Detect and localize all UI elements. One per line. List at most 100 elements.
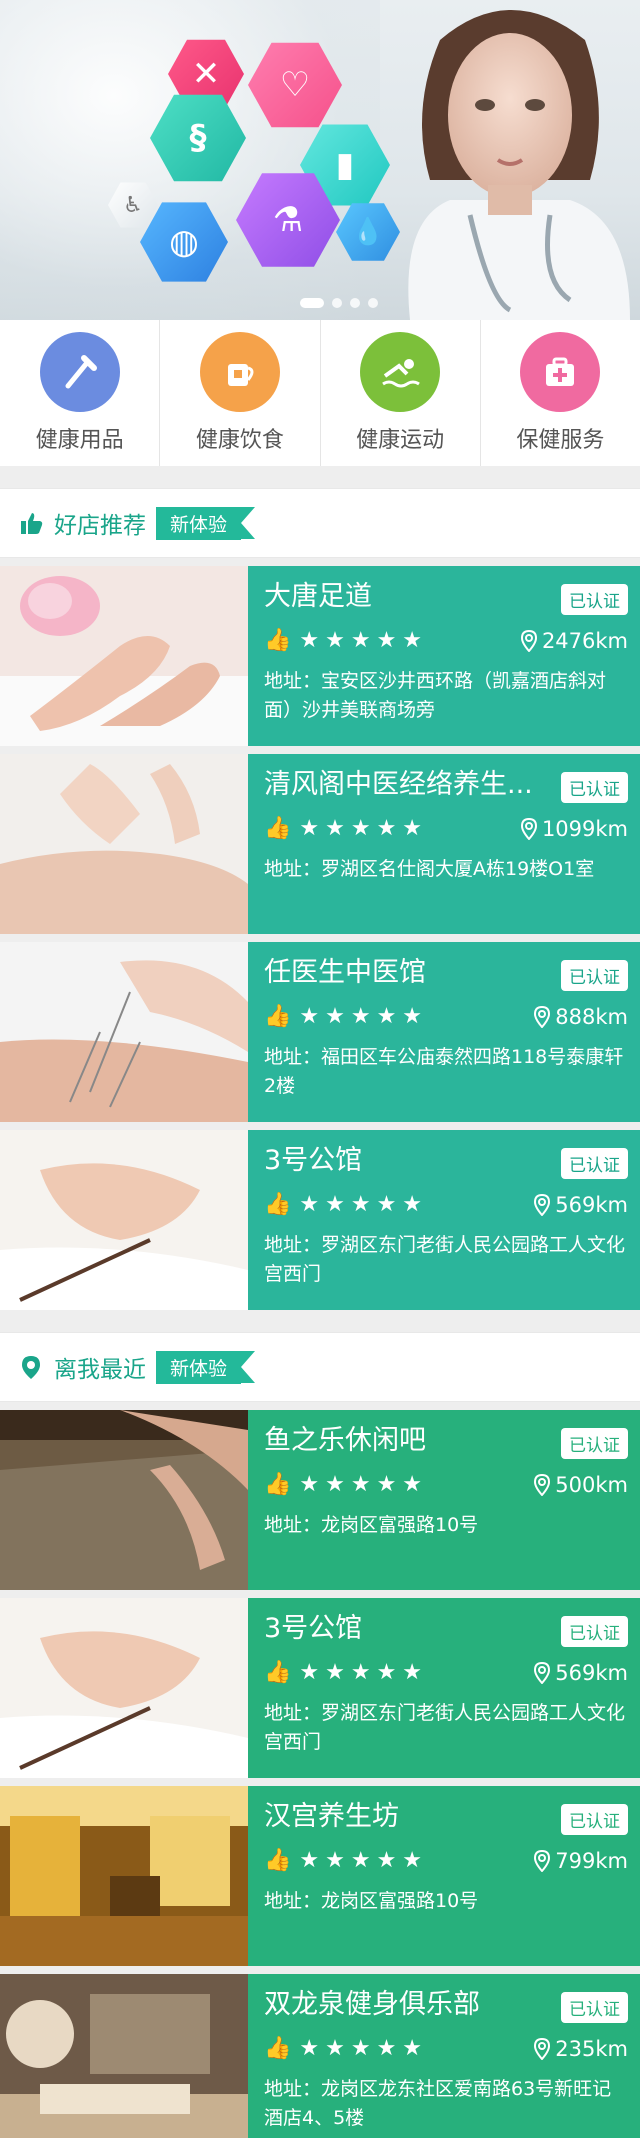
distance: 888km xyxy=(533,1005,628,1029)
rating-row: 👍 ★★★★★ 1099km xyxy=(264,816,628,841)
shop-info: 3号公馆 已认证 👍 ★★★★★ 569km 地址：罗湖区东门老街人民公园路工人… xyxy=(248,1130,640,1310)
shop-photo xyxy=(0,1410,248,1590)
shop-name: 任医生中医馆 xyxy=(264,957,426,988)
shop-card[interactable]: 3号公馆 已认证 👍 ★★★★★ 569km 地址：罗湖区东门老街人民公园路工人… xyxy=(0,1598,640,1778)
rating-row: 👍 ★★★★★ 2476km xyxy=(264,628,628,653)
location-pin-icon xyxy=(534,1661,551,1684)
shop-info: 3号公馆 已认证 👍 ★★★★★ 569km 地址：罗湖区东门老街人民公园路工人… xyxy=(248,1598,640,1778)
shop-address: 地址：龙岗区龙东社区爱南路63号新旺记酒店4、5楼 xyxy=(264,2078,612,2129)
category-health-products[interactable]: 健康用品 xyxy=(0,320,161,466)
shop-address: 地址：罗湖区东门老街人民公园路工人文化宫西门 xyxy=(264,1234,626,1285)
nearby-list: 鱼之乐休闲吧 已认证 👍 ★★★★★ 500km 地址：龙岗区富强路10号 3号… xyxy=(0,1410,640,2138)
rating-row: 👍 ★★★★★ 799km xyxy=(264,1848,628,1873)
shop-card[interactable]: 大唐足道 已认证 👍 ★★★★★ 2476km 地址：宝安区沙井西环路（凯嘉酒店… xyxy=(0,566,640,746)
distance: 2476km xyxy=(520,629,628,653)
verified-badge: 已认证 xyxy=(561,1428,628,1459)
shop-name: 3号公馆 xyxy=(264,1613,363,1644)
carousel-dot[interactable] xyxy=(332,298,342,308)
distance-value: 569km xyxy=(555,1660,628,1685)
distance-value: 235km xyxy=(555,2036,628,2061)
category-health-sports[interactable]: 健康运动 xyxy=(321,320,481,466)
shop-photo xyxy=(0,1598,248,1778)
star-rating: ★★★★★ xyxy=(299,1192,429,1217)
star-rating: ★★★★★ xyxy=(299,628,429,653)
category-health-diet[interactable]: 健康饮食 xyxy=(160,320,321,466)
verified-badge: 已认证 xyxy=(561,960,628,991)
shop-card[interactable]: 清风阁中医经络养生... 已认证 👍 ★★★★★ 1099km 地址：罗湖区名仕… xyxy=(0,754,640,934)
medkit-icon xyxy=(520,332,601,412)
shop-info: 汉宫养生坊 已认证 👍 ★★★★★ 799km 地址：龙岗区富强路10号 xyxy=(248,1786,640,1966)
shop-card[interactable]: 鱼之乐休闲吧 已认证 👍 ★★★★★ 500km 地址：龙岗区富强路10号 xyxy=(0,1410,640,1590)
shop-address: 地址：罗湖区名仕阁大厦A栋19楼O1室 xyxy=(264,858,595,880)
shop-address: 地址：宝安区沙井西环路（凯嘉酒店斜对面）沙井美联商场旁 xyxy=(264,670,607,721)
section-title: 离我最近 xyxy=(54,1357,146,1383)
carousel-dot[interactable] xyxy=(350,298,360,308)
shop-card[interactable]: 汉宫养生坊 已认证 👍 ★★★★★ 799km 地址：龙岗区富强路10号 xyxy=(0,1786,640,1966)
thumbs-up-outline-icon: 👍 xyxy=(264,2036,292,2061)
thumbs-up-outline-icon: 👍 xyxy=(264,1192,292,1217)
thumbs-up-outline-icon: 👍 xyxy=(264,1472,292,1497)
distance-value: 2476km xyxy=(541,628,628,653)
thumbs-up-outline-icon: 👍 xyxy=(264,816,292,841)
distance: 1099km xyxy=(520,817,628,841)
shop-info: 任医生中医馆 已认证 👍 ★★★★★ 888km 地址：福田区车公庙泰然四路11… xyxy=(248,942,640,1122)
location-pin-icon xyxy=(534,1005,551,1028)
category-label: 健康用品 xyxy=(35,428,124,453)
distance-value: 888km xyxy=(555,1004,628,1029)
distance: 569km xyxy=(533,1193,628,1217)
distance: 799km xyxy=(533,1849,628,1873)
section-header: 离我最近 新体验 xyxy=(0,1332,640,1402)
hero-banner[interactable]: ✕ ♡ § ▮ ♿ ◍ ⚗ 💧 xyxy=(0,0,640,320)
location-pin-icon xyxy=(534,1849,551,1872)
shop-address: 地址：福田区车公庙泰然四路118号泰康轩2楼 xyxy=(264,1046,624,1097)
star-rating: ★★★★★ xyxy=(299,1848,429,1873)
rating-row: 👍 ★★★★★ 569km xyxy=(264,1660,628,1685)
star-rating: ★★★★★ xyxy=(299,1472,429,1497)
shop-card[interactable]: 任医生中医馆 已认证 👍 ★★★★★ 888km 地址：福田区车公庙泰然四路11… xyxy=(0,942,640,1122)
verified-badge: 已认证 xyxy=(561,584,628,615)
distance-value: 569km xyxy=(555,1192,628,1217)
shop-photo xyxy=(0,1130,248,1310)
shop-name: 双龙泉健身俱乐部 xyxy=(264,1989,480,2020)
verified-badge: 已认证 xyxy=(561,1992,628,2023)
carousel-dot[interactable] xyxy=(368,298,378,308)
rating-row: 👍 ★★★★★ 500km xyxy=(264,1472,628,1497)
swimmer-icon xyxy=(360,332,441,412)
category-health-services[interactable]: 保健服务 xyxy=(481,320,640,466)
verified-badge: 已认证 xyxy=(561,772,628,803)
distance-value: 1099km xyxy=(541,816,628,841)
recommended-section: 好店推荐 新体验 xyxy=(0,488,640,558)
shop-card[interactable]: 双龙泉健身俱乐部 已认证 👍 ★★★★★ 235km 地址：龙岗区龙东社区爱南路… xyxy=(0,1974,640,2138)
verified-badge: 已认证 xyxy=(561,1148,628,1179)
star-rating: ★★★★★ xyxy=(299,2036,429,2061)
shop-name: 汉宫养生坊 xyxy=(264,1801,399,1832)
verified-badge: 已认证 xyxy=(561,1804,628,1835)
shop-photo xyxy=(0,566,248,746)
shop-info: 双龙泉健身俱乐部 已认证 👍 ★★★★★ 235km 地址：龙岗区龙东社区爱南路… xyxy=(248,1974,640,2138)
location-pin-icon xyxy=(520,629,537,652)
location-pin-icon xyxy=(520,817,537,840)
carousel-indicator[interactable] xyxy=(300,298,378,308)
carousel-dot[interactable] xyxy=(300,298,324,308)
shop-info: 清风阁中医经络养生... 已认证 👍 ★★★★★ 1099km 地址：罗湖区名仕… xyxy=(248,754,640,934)
toothbrush-icon xyxy=(39,332,120,412)
star-rating: ★★★★★ xyxy=(299,1004,429,1029)
location-pin-icon xyxy=(534,1473,551,1496)
shop-card[interactable]: 3号公馆 已认证 👍 ★★★★★ 569km 地址：罗湖区东门老街人民公园路工人… xyxy=(0,1130,640,1310)
rating-row: 👍 ★★★★★ 569km xyxy=(264,1192,628,1217)
section-title: 好店推荐 xyxy=(54,513,146,539)
location-pin-icon xyxy=(534,2037,551,2060)
verified-badge: 已认证 xyxy=(561,1616,628,1647)
doctor-photo xyxy=(408,10,630,320)
category-nav: 健康用品 健康饮食 健康运动 保健服务 xyxy=(0,320,640,466)
category-label: 保健服务 xyxy=(516,428,605,453)
shop-name: 大唐足道 xyxy=(264,581,372,612)
distance: 569km xyxy=(533,1661,628,1685)
star-rating: ★★★★★ xyxy=(299,1660,429,1685)
distance-value: 500km xyxy=(555,1472,628,1497)
category-label: 健康饮食 xyxy=(195,428,284,453)
section-header: 好店推荐 新体验 xyxy=(0,488,640,558)
shop-address: 地址：龙岗区富强路10号 xyxy=(264,1890,479,1912)
location-pin-icon xyxy=(534,1193,551,1216)
section-badge: 新体验 xyxy=(156,506,256,540)
